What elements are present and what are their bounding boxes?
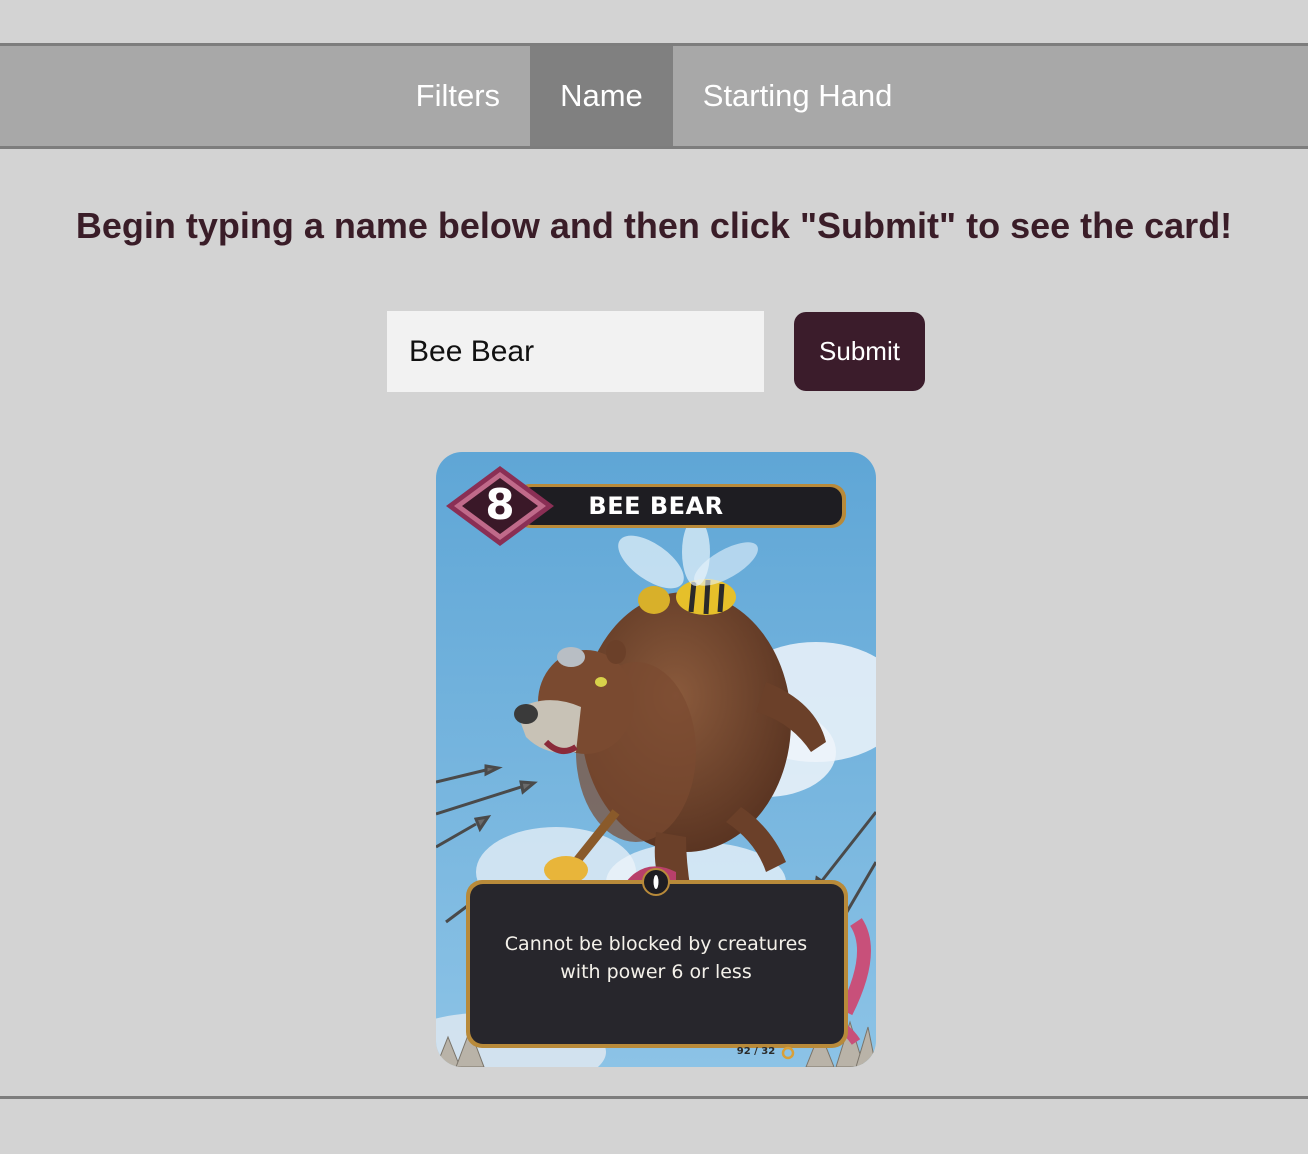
card-image: 8 BEE BEAR Cannot be blocked by creature… [436, 452, 876, 1067]
card-power: 8 [485, 480, 515, 529]
card-collector-number: 92 / 32 [736, 1046, 776, 1057]
eye-icon [642, 868, 670, 896]
tab-starting-hand[interactable]: Starting Hand [673, 46, 923, 146]
card-name-input[interactable] [387, 311, 764, 392]
tab-filters[interactable]: Filters [386, 46, 530, 146]
navigation-bar: Filters Name Starting Hand [0, 43, 1308, 149]
card-ability-text: Cannot be blocked by creatures with powe… [504, 933, 808, 983]
instructions-heading: Begin typing a name below and then click… [75, 205, 1233, 246]
footer-divider [0, 1096, 1308, 1099]
submit-button[interactable]: Submit [794, 312, 925, 391]
tab-name[interactable]: Name [530, 46, 673, 146]
card-title: BEE BEAR [588, 492, 724, 520]
